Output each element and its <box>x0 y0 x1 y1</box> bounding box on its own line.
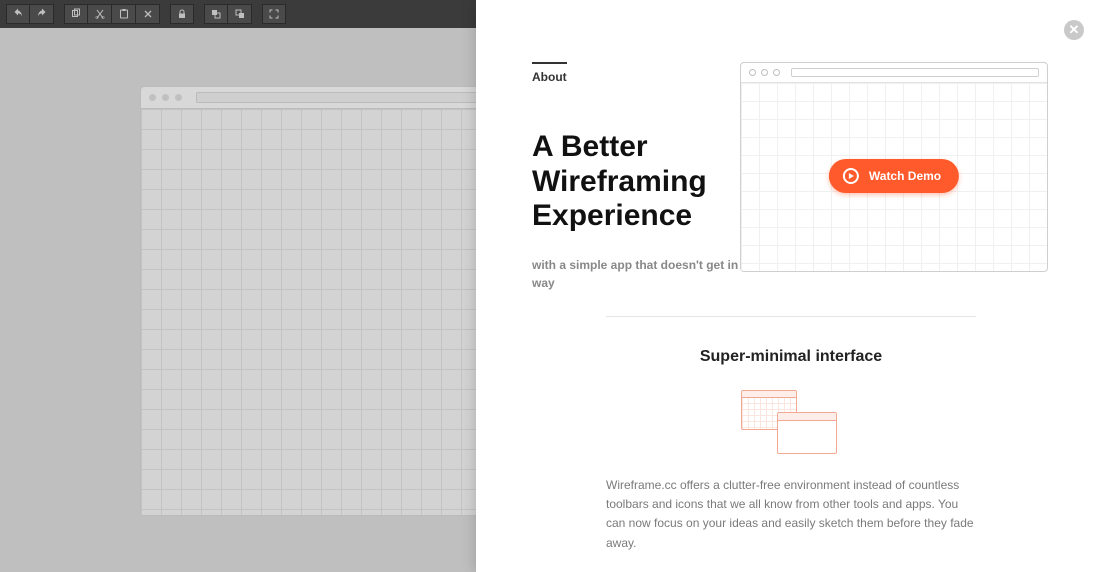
cut-icon <box>94 8 106 20</box>
feature-title: Super-minimal interface <box>606 348 976 366</box>
close-icon: ✕ <box>1069 22 1080 38</box>
paste-icon <box>118 8 130 20</box>
paste-button[interactable] <box>112 4 136 24</box>
hero-block: About A Better Wireframing Experience wi… <box>532 62 772 292</box>
about-panel: ✕ About A Better Wireframing Experience … <box>476 0 1100 572</box>
to-back-icon <box>210 8 222 20</box>
lock-button[interactable] <box>170 4 194 24</box>
feature-body: Wireframe.cc offers a clutter-free envir… <box>606 476 976 553</box>
mini-browser-chrome <box>741 63 1047 83</box>
watch-demo-label: Watch Demo <box>869 169 941 183</box>
close-button[interactable]: ✕ <box>1064 20 1084 40</box>
feature-section: Super-minimal interface Wireframe.cc off… <box>606 348 976 553</box>
hero-subtitle: with a simple app that doesn't get in yo… <box>532 256 772 292</box>
copy-button[interactable] <box>64 4 88 24</box>
traffic-light-dot <box>162 94 169 101</box>
feature-illustration <box>741 390 841 454</box>
play-icon <box>843 168 859 184</box>
copy-icon <box>70 8 82 20</box>
traffic-light-dot <box>175 94 182 101</box>
to-back-button[interactable] <box>204 4 228 24</box>
traffic-light-outline <box>749 69 756 76</box>
cut-button[interactable] <box>88 4 112 24</box>
redo-icon <box>36 8 48 20</box>
fullscreen-icon <box>268 8 280 20</box>
to-front-icon <box>234 8 246 20</box>
to-front-button[interactable] <box>228 4 252 24</box>
traffic-light-outline <box>773 69 780 76</box>
fullscreen-button[interactable] <box>262 4 286 24</box>
hero-illustration-browser: Watch Demo <box>740 62 1048 272</box>
mini-url-bar <box>791 68 1039 77</box>
lock-icon <box>176 8 188 20</box>
illus-window-front <box>777 412 837 454</box>
undo-icon <box>12 8 24 20</box>
about-label: About <box>532 62 567 84</box>
section-divider <box>606 316 976 317</box>
redo-button[interactable] <box>30 4 54 24</box>
hero-title: A Better Wireframing Experience <box>532 130 772 234</box>
watch-demo-button[interactable]: Watch Demo <box>829 159 959 193</box>
undo-button[interactable] <box>6 4 30 24</box>
traffic-light-dot <box>149 94 156 101</box>
delete-icon <box>142 8 154 20</box>
traffic-light-outline <box>761 69 768 76</box>
delete-button[interactable] <box>136 4 160 24</box>
